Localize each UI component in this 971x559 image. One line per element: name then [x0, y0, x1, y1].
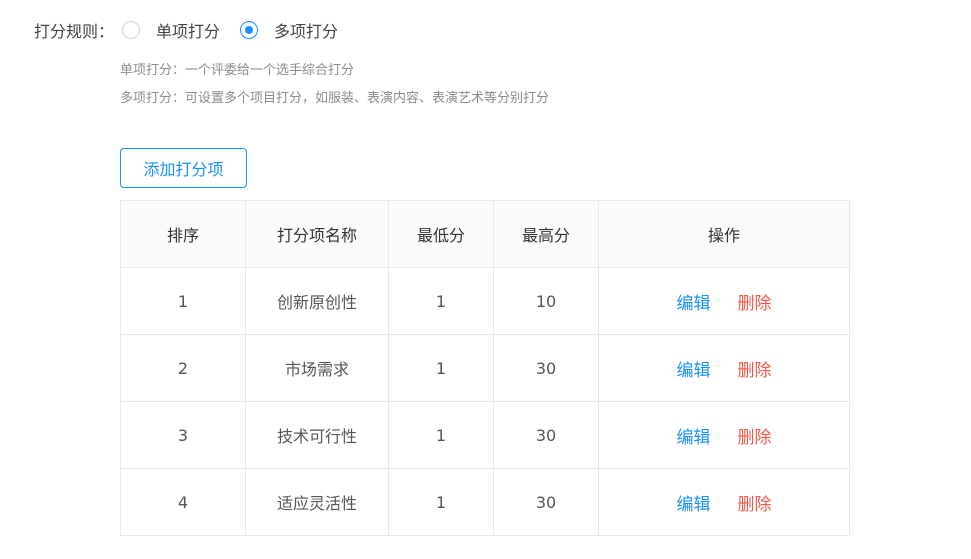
radio-multi-scoring[interactable]: 多项打分 [240, 18, 338, 42]
cell-min-score: 1 [388, 267, 494, 335]
radio-multi-scoring-circle[interactable] [240, 21, 259, 39]
cell-item-name: 技术可行性 [245, 401, 389, 469]
cell-max-score: 30 [493, 334, 599, 402]
header-actions: 操作 [598, 200, 850, 268]
edit-link[interactable]: 编辑 [676, 490, 710, 515]
add-scoring-item-button[interactable]: 添加打分项 [120, 148, 247, 188]
radio-single-scoring-label: 单项打分 [156, 22, 221, 41]
single-scoring-description: 单项打分：一个评委给一个选手综合打分 [120, 63, 355, 78]
cell-order: 2 [120, 334, 246, 402]
header-order: 排序 [120, 200, 246, 268]
delete-link[interactable]: 删除 [738, 490, 772, 515]
table-row: 2 市场需求 1 30 编辑 删除 [120, 334, 850, 402]
cell-max-score: 10 [493, 267, 599, 335]
header-item-name: 打分项名称 [245, 200, 389, 268]
cell-actions: 编辑 删除 [598, 334, 850, 402]
scoring-rule-row: 打分规则： 单项打分 多项打分 [34, 16, 358, 44]
table-row: 1 创新原创性 1 10 编辑 删除 [120, 267, 850, 335]
table-row: 4 适应灵活性 1 30 编辑 删除 [120, 468, 850, 536]
cell-order: 1 [120, 267, 246, 335]
radio-single-scoring[interactable]: 单项打分 [122, 18, 220, 42]
cell-order: 3 [120, 401, 246, 469]
edit-link[interactable]: 编辑 [676, 356, 710, 381]
delete-link[interactable]: 删除 [738, 289, 772, 314]
scoring-items-table: 排序 打分项名称 最低分 最高分 操作 1 创新原创性 1 10 编辑 删除 2… [120, 200, 850, 536]
multi-scoring-description: 多项打分：可设置多个项目打分，如服装、表演内容、表演艺术等分别打分 [120, 91, 550, 106]
radio-multi-scoring-label: 多项打分 [274, 22, 339, 41]
delete-link[interactable]: 删除 [738, 356, 772, 381]
cell-actions: 编辑 删除 [598, 401, 850, 469]
delete-link[interactable]: 删除 [738, 423, 772, 448]
cell-max-score: 30 [493, 468, 599, 536]
cell-min-score: 1 [388, 334, 494, 402]
cell-item-name: 适应灵活性 [245, 468, 389, 536]
edit-link[interactable]: 编辑 [676, 423, 710, 448]
table-header-row: 排序 打分项名称 最低分 最高分 操作 [120, 200, 850, 268]
cell-order: 4 [120, 468, 246, 536]
cell-actions: 编辑 删除 [598, 468, 850, 536]
cell-actions: 编辑 删除 [598, 267, 850, 335]
table-row: 3 技术可行性 1 30 编辑 删除 [120, 401, 850, 469]
cell-min-score: 1 [388, 468, 494, 536]
edit-link[interactable]: 编辑 [676, 289, 710, 314]
cell-max-score: 30 [493, 401, 599, 469]
cell-item-name: 创新原创性 [245, 267, 389, 335]
header-min-score: 最低分 [388, 200, 494, 268]
cell-item-name: 市场需求 [245, 334, 389, 402]
cell-min-score: 1 [388, 401, 494, 469]
radio-single-scoring-circle[interactable] [122, 21, 141, 39]
scoring-rule-label: 打分规则： [34, 22, 115, 41]
header-max-score: 最高分 [493, 200, 599, 268]
